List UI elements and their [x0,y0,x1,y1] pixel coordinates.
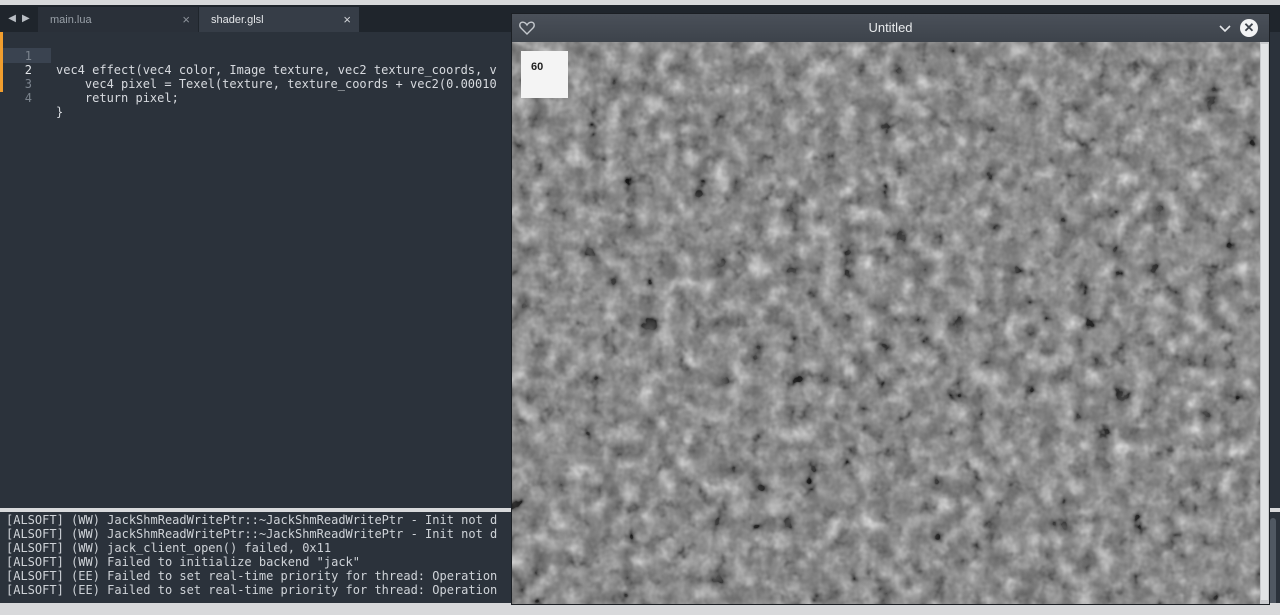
fps-counter: 60 [521,51,568,98]
tab-shader-glsl[interactable]: shader.glsl × [199,7,359,32]
console-line: [ALSOFT] (WW) Failed to initialize backe… [6,555,361,569]
arrow-left-icon[interactable]: ◀ [8,13,16,24]
line-number: 4 [24,91,32,105]
tab-label: main.lua [50,13,92,26]
chevron-down-icon[interactable] [1216,18,1234,38]
window-title: Untitled [868,20,913,35]
tab-nav-arrows: ◀ ▶ [0,5,38,32]
game-window-titlebar[interactable]: Untitled ✕ [512,14,1269,42]
game-window: Untitled ✕ 60 [511,13,1270,605]
code-text[interactable]: return pixel; [56,91,179,105]
console-line: [ALSOFT] (WW) JackShmReadWritePtr::~Jack… [6,513,498,527]
code-text[interactable]: } [56,105,63,119]
console-line: [ALSOFT] (WW) jack_client_open() failed,… [6,541,332,555]
close-icon[interactable]: ✕ [1240,19,1258,37]
scrollbar-thumb[interactable] [1261,44,1268,600]
console-scrollbar[interactable] [1270,518,1276,608]
tab-label: shader.glsl [211,13,264,26]
tab-close-icon[interactable]: × [343,12,351,27]
arrow-right-icon[interactable]: ▶ [22,13,30,24]
fps-value: 60 [531,61,544,73]
tab-close-icon[interactable]: × [182,12,190,27]
console-line: [ALSOFT] (EE) Failed to set real-time pr… [6,583,498,597]
console-line: [ALSOFT] (EE) Failed to set real-time pr… [6,569,498,583]
canvas-scrollbar[interactable] [1260,42,1269,604]
game-canvas[interactable]: 60 [512,42,1269,604]
noise-texture [512,42,1269,604]
console-line: [ALSOFT] (WW) JackShmReadWritePtr::~Jack… [6,527,498,541]
tab-main-lua[interactable]: main.lua × [38,7,198,32]
heart-icon[interactable] [518,19,536,37]
